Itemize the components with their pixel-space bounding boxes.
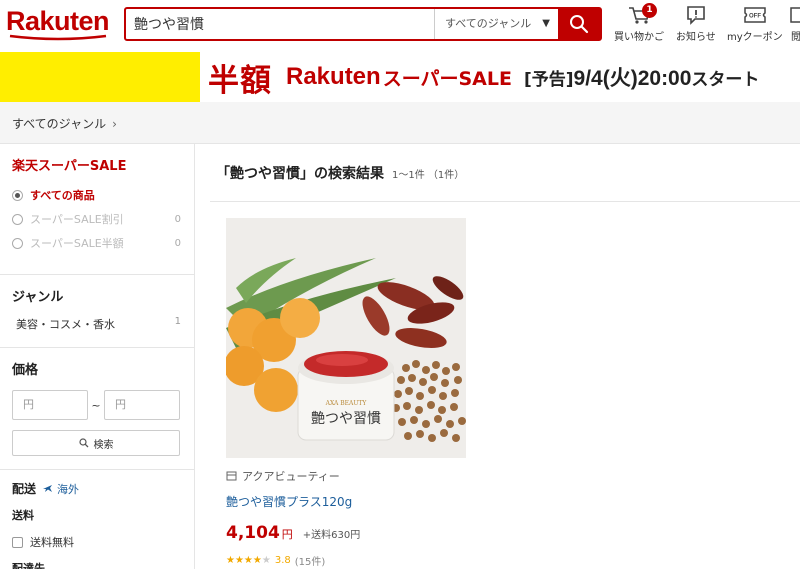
price-range: 円 ~ 円: [12, 390, 182, 420]
product-image[interactable]: AXA BEAUTY 艶つや習慣: [226, 218, 466, 458]
shop-link[interactable]: アクアビューティー: [226, 468, 468, 484]
overseas-label: 海外: [57, 482, 80, 496]
sale-filter-section: 楽天スーパーSALE すべての商品 スーパーSALE割引 0 スーパーSALE半…: [0, 155, 194, 275]
coupon-icon: OFF: [744, 7, 766, 23]
price-min-input[interactable]: 円: [12, 390, 88, 420]
search-icon: [78, 438, 88, 448]
banner-start: スタート: [691, 70, 760, 90]
sale-banner[interactable]: 半額 Rakuten スーパーSALE [予告]9/4(火)20:00スタート: [0, 52, 800, 102]
more-icon: [790, 7, 800, 23]
notification-icon: [687, 6, 705, 25]
genre-filter-section: ジャンル 美容・コスメ・香水 1: [0, 275, 194, 348]
rating[interactable]: ★★★★★ 3.8 (15件): [226, 553, 468, 568]
cart-label: 買い物かご: [614, 32, 664, 43]
price-line: 4,104 円 +送料630円: [226, 523, 468, 543]
price-filter-title: 価格: [12, 363, 39, 378]
shipping-title: 送料: [12, 509, 34, 522]
banner-notice: [予告]9/4(火)20:00スタート: [524, 62, 759, 92]
price-max-input[interactable]: 円: [104, 390, 180, 420]
delivery-row: 配送 海外: [12, 480, 182, 497]
free-shipping-filter[interactable]: 送料無料: [12, 534, 182, 550]
sale-option-label: スーパーSALE割引: [30, 213, 124, 226]
delivery-title: 配送: [12, 482, 37, 496]
genre-item-label: 美容・コスメ・香水: [16, 318, 115, 331]
delivery-filter-section: 配送 海外 送料 送料無料 配達先: [0, 480, 194, 569]
banner-datetime: 9/4(火)20:00: [573, 67, 692, 90]
coupon-button[interactable]: OFF myクーポン: [727, 5, 783, 43]
logo-text: Rakuten: [6, 6, 110, 36]
chevron-right-icon: ›: [112, 117, 117, 131]
notification-button[interactable]: お知らせ: [676, 5, 716, 43]
breadcrumb-label: すべてのジャンル: [12, 117, 107, 131]
breadcrumb[interactable]: すべてのジャンル ›: [12, 115, 117, 132]
breadcrumb-bar: すべてのジャンル ›: [0, 102, 800, 144]
svg-text:AXA BEAUTY: AXA BEAUTY: [325, 400, 368, 407]
overseas-link[interactable]: 海外: [42, 481, 79, 497]
cart-badge: 1: [642, 3, 657, 18]
price-filter-section: 価格 円 ~ 円 検索: [0, 348, 194, 470]
coupon-label: myクーポン: [727, 32, 783, 43]
banner-sale: スーパーSALE: [382, 67, 512, 90]
genre-select-label: すべてのジャンル: [445, 17, 532, 30]
sale-option-count: 0: [174, 237, 181, 249]
price-search-button[interactable]: 検索: [12, 430, 180, 456]
search-input[interactable]: [126, 9, 434, 39]
search-button[interactable]: [558, 9, 600, 39]
shop-icon: [226, 471, 237, 481]
product-card: AXA BEAUTY 艶つや習慣 アクアビューティー 艶つや習慣プラス120g …: [226, 218, 468, 568]
radio-icon: [12, 237, 23, 249]
price-separator: ~: [91, 398, 101, 412]
sale-option-label: すべての商品: [30, 189, 95, 202]
sale-banner-content: 半額 Rakuten スーパーSALE [予告]9/4(火)20:00スタート: [200, 52, 800, 102]
genre-select[interactable]: すべてのジャンル ▼: [434, 9, 558, 39]
sale-option-label: スーパーSALE半額: [30, 237, 124, 250]
banner-brand: Rakuten: [286, 63, 381, 90]
shop-name: アクアビューティー: [242, 470, 340, 483]
genre-filter-title: ジャンル: [12, 290, 64, 305]
radio-icon: [12, 213, 23, 225]
sale-option-all[interactable]: すべての商品: [12, 187, 183, 203]
rakuten-logo[interactable]: Rakuten: [6, 6, 110, 42]
browse-history-label: 閲: [791, 32, 800, 43]
shipping-fee: +送料630円: [302, 530, 361, 541]
filter-sidebar: 楽天スーパーSALE すべての商品 スーパーSALE割引 0 スーパーSALE半…: [0, 144, 195, 569]
search-icon: [570, 15, 589, 34]
svg-text:OFF: OFF: [749, 14, 761, 20]
genre-item-count: 1: [174, 316, 181, 327]
logo-swoosh-icon: [9, 34, 107, 41]
checkbox-icon: [12, 536, 23, 548]
radio-selected-icon: [12, 189, 23, 201]
airplane-icon: [43, 485, 53, 492]
rating-value: 3.8: [274, 555, 291, 566]
sale-option-half[interactable]: スーパーSALE半額 0: [12, 235, 183, 251]
price-search-label: 検索: [93, 439, 114, 451]
jar-label: 艶つや習慣: [311, 410, 381, 427]
site-header: Rakuten すべてのジャンル ▼ 1 買い物かご: [0, 0, 800, 52]
genre-item-beauty[interactable]: 美容・コスメ・香水 1: [12, 316, 183, 332]
notification-label: お知らせ: [676, 32, 716, 43]
cart-button[interactable]: 1 買い物かご: [614, 3, 664, 43]
banner-notice-tag: [予告]: [523, 70, 574, 90]
caret-down-icon: ▼: [542, 18, 550, 29]
divider: [210, 201, 800, 202]
search-bar: すべてのジャンル ▼: [124, 7, 602, 41]
product-photo: AXA BEAUTY 艶つや習慣: [226, 218, 466, 458]
results-count: 1〜1件 （1件）: [392, 170, 465, 181]
price-currency: 円: [281, 528, 293, 541]
product-price: 4,104: [226, 523, 280, 543]
sale-option-discount[interactable]: スーパーSALE割引 0: [12, 211, 183, 227]
sale-option-count: 0: [174, 213, 181, 225]
star-rating-icon: ★★★★★: [226, 555, 271, 566]
results-heading: 「艶つや習慣」の検索結果 1〜1件 （1件）: [216, 163, 464, 183]
review-count: (15件): [294, 557, 326, 568]
sale-filter-title: 楽天スーパーSALE: [12, 159, 127, 174]
banner-half-price: 半額: [208, 62, 272, 99]
browse-history-button[interactable]: 閲: [789, 5, 800, 43]
product-name-link[interactable]: 艶つや習慣プラス120g: [226, 493, 468, 510]
destination-title: 配達先: [12, 562, 45, 569]
results-title: 「艶つや習慣」の検索結果: [216, 166, 384, 182]
free-shipping-label: 送料無料: [30, 536, 74, 549]
